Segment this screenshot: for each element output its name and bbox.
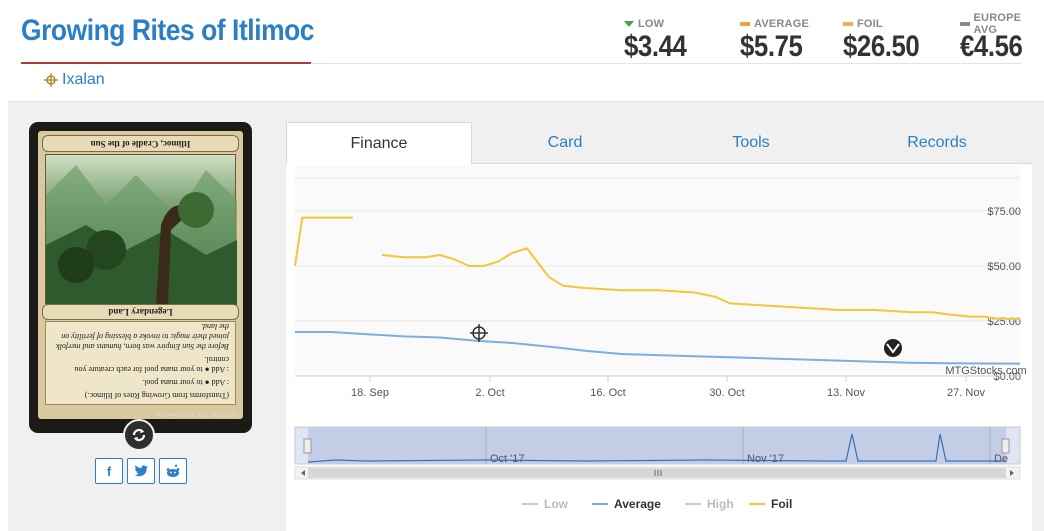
navigator-handle-left xyxy=(303,438,312,454)
navigator-label: Nov '17 xyxy=(747,453,784,465)
tab-card[interactable]: Card xyxy=(472,122,658,164)
x-tick-label: 16. Oct xyxy=(590,387,625,399)
price-average: AVERAGE $5.75 xyxy=(740,17,813,64)
card-art-illustration xyxy=(46,165,237,305)
set-name: Ixalan xyxy=(62,71,105,88)
price-europe-value: €4.56 xyxy=(960,30,1023,63)
set-event-icon xyxy=(884,339,902,357)
reddit-share-button[interactable] xyxy=(159,458,187,484)
card-name-line: Itlimoc, Cradle of the Sun xyxy=(42,135,239,152)
x-tick-label: 30. Oct xyxy=(709,387,744,399)
tab-finance[interactable]: Finance xyxy=(286,122,472,165)
x-tick-label: 13. Nov xyxy=(827,387,865,399)
price-chart-svg: $75.00$50.00$25.00$0.0018. Sep 2. Oct 16. … xyxy=(294,166,1027,511)
set-link[interactable]: Ixalan xyxy=(44,71,105,89)
card-image[interactable]: Itlimoc, Cradle of the Sun Legendary Lan… xyxy=(29,122,252,433)
page-title: Growing Rites of Itlimoc xyxy=(21,14,315,47)
legend-item-foil: Foil xyxy=(771,497,792,511)
x-tick-label: 2. Oct xyxy=(475,387,504,399)
legend-item-average: Average xyxy=(614,497,661,511)
tab-tools[interactable]: Tools xyxy=(658,122,844,164)
twitter-share-button[interactable] xyxy=(127,458,155,484)
price-low-label: LOW xyxy=(638,17,665,30)
navigator-handle-right xyxy=(1001,438,1010,454)
navigator-scrollbar-thumb xyxy=(308,468,1006,478)
rules-line: : Add ● to your mana pool. xyxy=(142,378,229,387)
chart-watermark: MTGStocks.com xyxy=(945,365,1026,377)
card-art xyxy=(45,154,237,305)
down-arrow-icon xyxy=(624,20,634,27)
card-footer: 191/279 R · XLN · EN · Chase Stone xyxy=(154,411,236,417)
reddit-icon xyxy=(166,464,180,477)
navigator-selection xyxy=(308,427,1006,464)
price-foil-value: $26.50 xyxy=(843,30,920,63)
price-foil: FOIL $26.50 xyxy=(843,17,932,64)
average-marker-icon xyxy=(740,21,750,26)
set-symbol-icon xyxy=(44,73,58,87)
tab-records[interactable]: Records xyxy=(844,122,1030,164)
navigator-label: Oct '17 xyxy=(490,453,525,465)
legend-item-high: High xyxy=(707,497,734,511)
x-tick-label: 27. Nov xyxy=(947,387,985,399)
refresh-icon xyxy=(132,428,146,442)
card-rules-text: (Transforms from Growing Rites of Itlimo… xyxy=(45,321,236,405)
price-europe: EUROPE AVG €4.56 xyxy=(960,12,1044,64)
price-average-value: $5.75 xyxy=(740,30,803,63)
legend-item-low: Low xyxy=(544,497,569,511)
twitter-icon xyxy=(134,465,148,477)
card-type-line: Legendary Land xyxy=(42,304,239,320)
page: { "card_title": "Growing Rites of Itlimo… xyxy=(0,0,1044,531)
rules-line: : Add ● to your mana pool for each creat… xyxy=(74,355,229,374)
y-tick-label: $75.00 xyxy=(987,206,1021,218)
title-underline xyxy=(21,62,311,64)
foil-marker-icon xyxy=(843,21,853,26)
europe-marker-icon xyxy=(960,21,970,26)
share-buttons: f xyxy=(95,458,187,484)
flip-card-button[interactable] xyxy=(123,419,155,451)
tab-bar: Finance Card Tools Records xyxy=(286,122,1032,165)
rules-line: (Transforms from Growing Rites of Itlimo… xyxy=(84,391,229,400)
x-tick-label: 18. Sep xyxy=(351,387,389,399)
facebook-icon: f xyxy=(106,463,112,479)
price-chart[interactable]: $75.00 $50.00 $25.00 $0.00 18. Sep 2. Oct 16. … xyxy=(286,164,1032,531)
price-average-label: AVERAGE xyxy=(754,17,809,30)
plot-background xyxy=(295,166,1020,376)
card-frame: Itlimoc, Cradle of the Sun Legendary Lan… xyxy=(38,131,243,419)
facebook-share-button[interactable]: f xyxy=(95,458,123,484)
navigator-label: De xyxy=(994,453,1008,465)
price-low: LOW $3.44 xyxy=(624,17,697,64)
price-foil-label: FOIL xyxy=(857,17,883,30)
flavor-text: Before the Sun Empire was born, humans a… xyxy=(56,322,229,351)
price-low-value: $3.44 xyxy=(624,30,687,63)
y-tick-label: $50.00 xyxy=(987,261,1021,273)
